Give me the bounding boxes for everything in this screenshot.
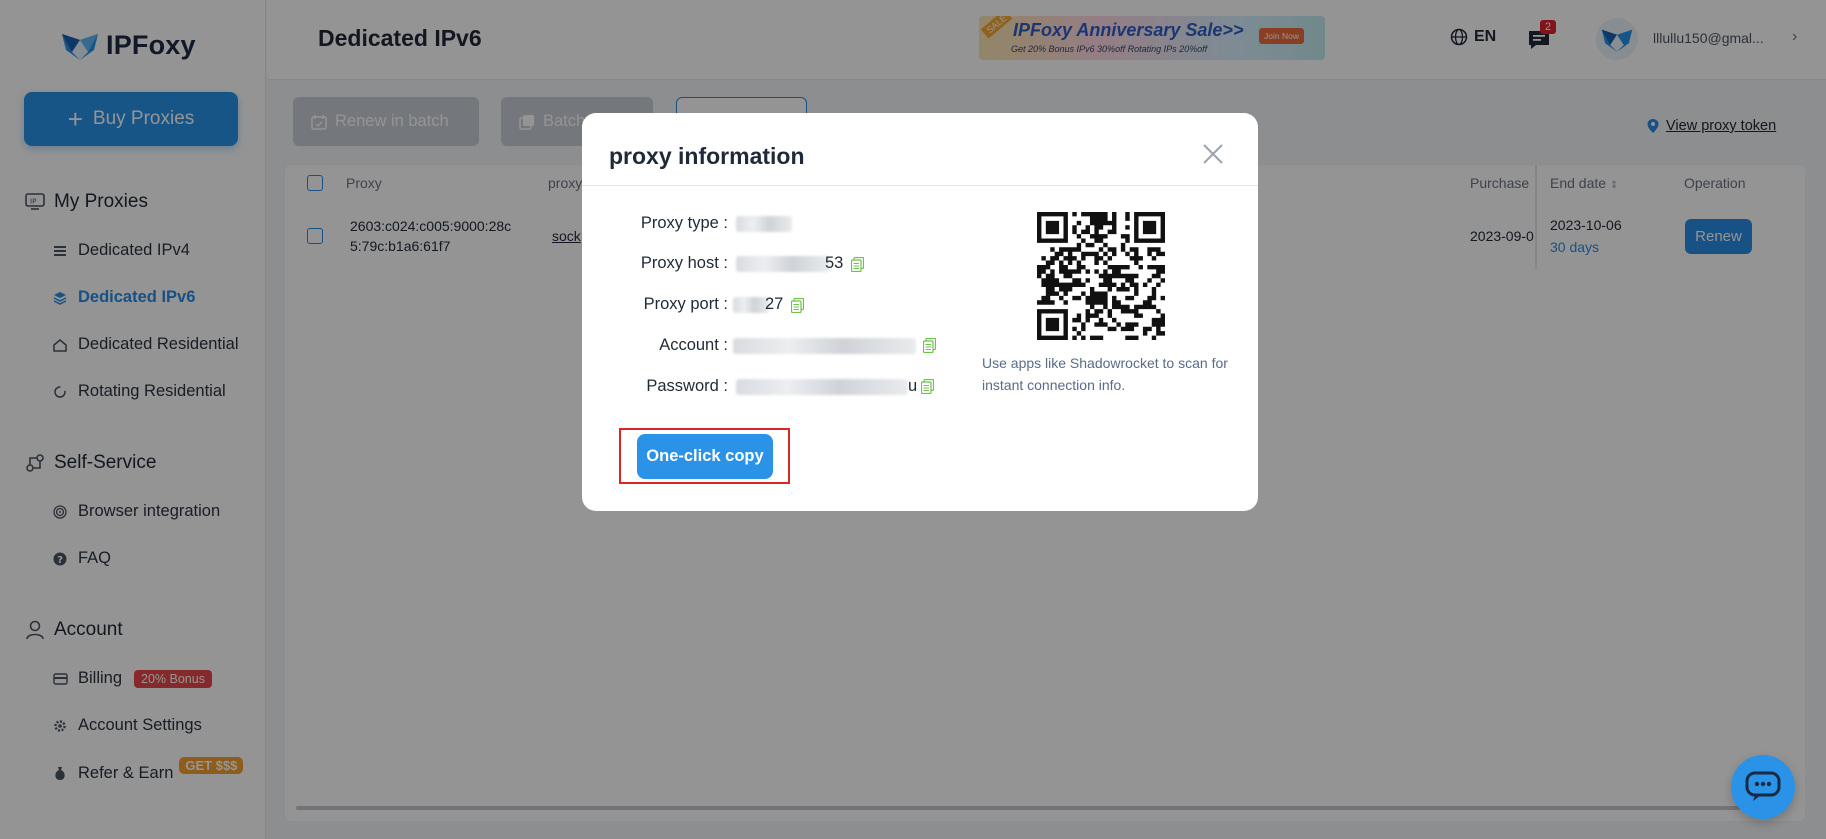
dialog-divider	[582, 185, 1258, 186]
password-label: Password :	[646, 377, 728, 395]
account-value-redacted	[733, 338, 916, 354]
copy-host-icon[interactable]	[851, 257, 864, 272]
proxy-port-value-redacted	[733, 297, 769, 313]
chat-bubble-icon	[1745, 771, 1781, 801]
qr-hint-text: Use apps like Shadowrocket to scan for i…	[982, 355, 1228, 393]
copy-password-icon[interactable]	[921, 379, 934, 394]
copy-account-icon[interactable]	[923, 338, 936, 353]
account-label: Account :	[659, 336, 728, 354]
proxy-port-label: Proxy port :	[643, 295, 728, 313]
proxy-type-label: Proxy type :	[640, 214, 728, 232]
proxy-host-label: Proxy host :	[640, 254, 728, 272]
proxy-host-value-suffix: 53	[825, 254, 844, 272]
proxy-information-dialog: proxy information Proxy type : Proxy hos…	[582, 113, 1258, 511]
qr-code	[1037, 212, 1165, 340]
chat-support-button[interactable]	[1731, 755, 1795, 819]
one-click-copy-button[interactable]: One-click copy	[637, 434, 773, 479]
password-value-suffix: u	[908, 377, 918, 395]
proxy-type-value-redacted	[736, 216, 792, 232]
password-value-redacted	[736, 379, 908, 395]
dialog-title: proxy information	[609, 143, 805, 169]
close-icon[interactable]	[1200, 141, 1226, 167]
proxy-port-value-suffix: 27	[765, 295, 784, 313]
copy-port-icon[interactable]	[791, 298, 804, 313]
proxy-host-value-redacted	[736, 256, 830, 272]
